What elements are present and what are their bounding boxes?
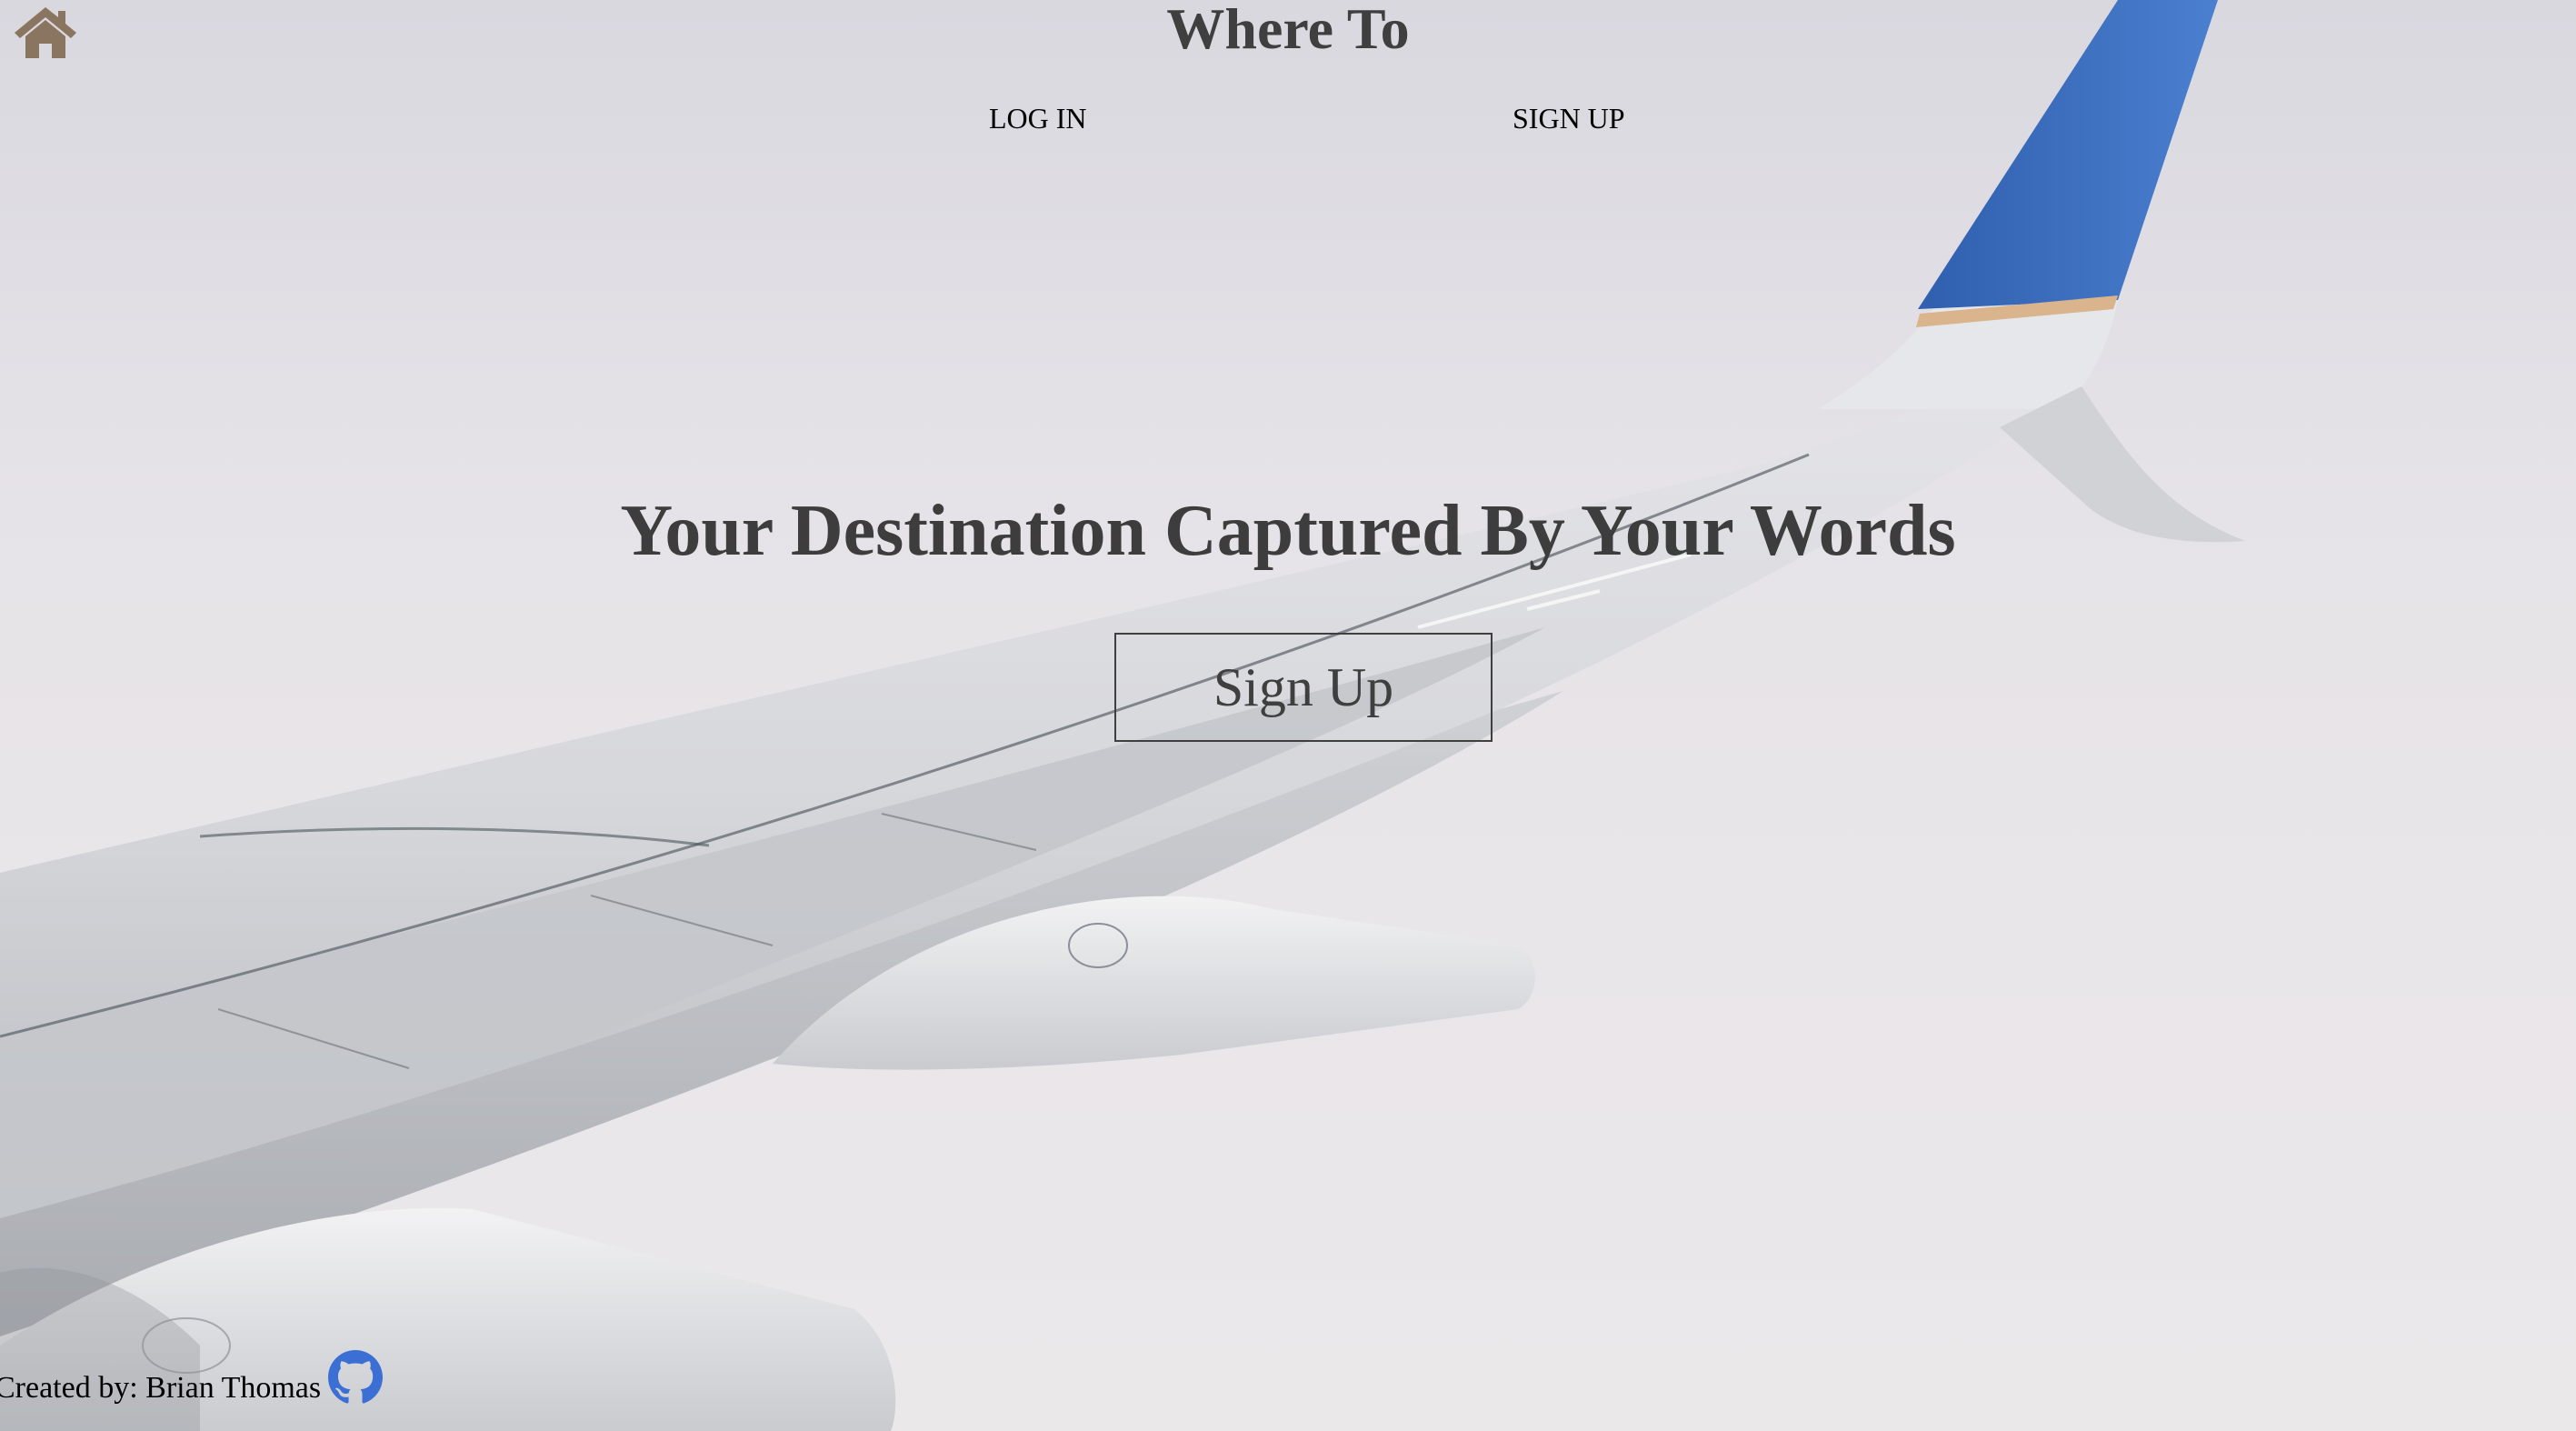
nav-login-link[interactable]: LOG IN bbox=[989, 102, 1087, 135]
github-link[interactable] bbox=[328, 1350, 384, 1405]
site-title: Where To bbox=[1166, 0, 1410, 61]
nav-signup-link[interactable]: SIGN UP bbox=[1513, 102, 1625, 135]
footer-credit: Created by: Brian Thomas bbox=[0, 1371, 322, 1405]
github-icon bbox=[328, 1350, 384, 1404]
footer: Created by: Brian Thomas bbox=[0, 1346, 384, 1409]
hero-heading: Your Destination Captured By Your Words bbox=[620, 491, 1956, 571]
hero-signup-button[interactable]: Sign Up bbox=[1114, 633, 1493, 742]
